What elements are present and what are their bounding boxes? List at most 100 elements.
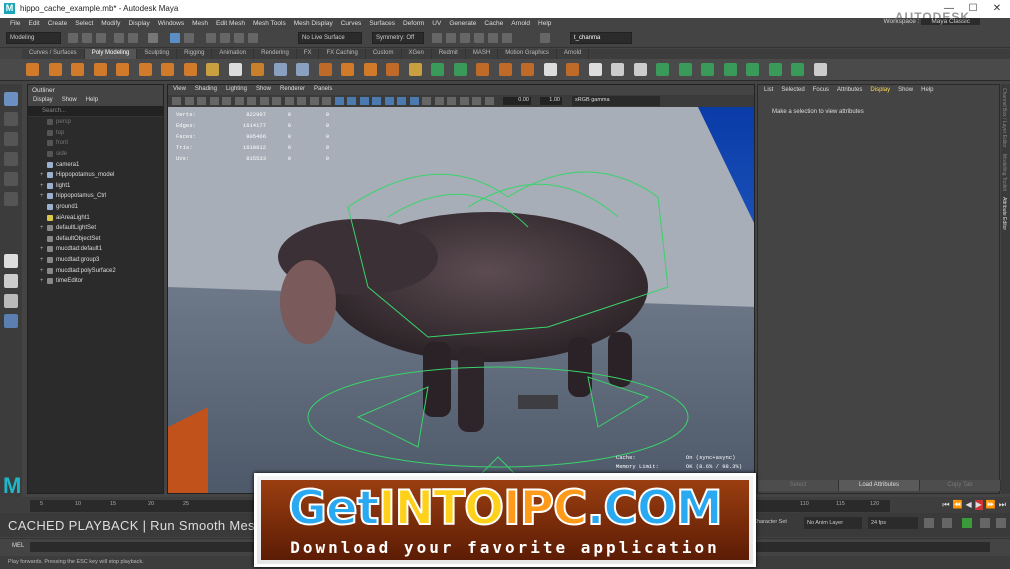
outliner-item[interactable]: top bbox=[28, 128, 163, 139]
shelf-tool-12-icon[interactable] bbox=[273, 63, 287, 76]
shelf-tab-sculpting[interactable]: Sculpting bbox=[137, 49, 178, 59]
attr-menu-display[interactable]: Display bbox=[870, 87, 890, 94]
go-start-icon[interactable]: ⏮ bbox=[942, 500, 949, 510]
shelf-tool-11-icon[interactable] bbox=[251, 63, 264, 76]
expand-toggle-icon[interactable]: + bbox=[40, 183, 47, 189]
prefs-icon[interactable] bbox=[980, 518, 990, 528]
shelf-tool-36-icon[interactable] bbox=[813, 63, 827, 76]
step-forward-icon[interactable]: ⏩ bbox=[986, 500, 996, 510]
attr-menu-show[interactable]: Show bbox=[898, 87, 913, 94]
outliner-menu-show[interactable]: Show bbox=[62, 97, 77, 105]
shelf-tool-35-icon[interactable] bbox=[791, 63, 804, 76]
viewport-tool-1-icon[interactable] bbox=[172, 97, 181, 105]
outliner-item[interactable]: aiAreaLight1 bbox=[28, 212, 163, 223]
save-scene-icon[interactable] bbox=[96, 33, 106, 43]
viewport-tool-20-icon[interactable] bbox=[409, 97, 419, 105]
menu-windows[interactable]: Windows bbox=[158, 20, 184, 27]
viewport-tool-16-icon[interactable] bbox=[359, 97, 369, 105]
attr-copy-tab-button[interactable]: Copy Tab bbox=[920, 480, 1001, 491]
snap-point-icon[interactable] bbox=[234, 33, 244, 43]
outliner-item[interactable]: ground1 bbox=[28, 202, 163, 213]
shelf-tool-7-icon[interactable] bbox=[161, 63, 174, 76]
play-forward-icon[interactable]: ▶ bbox=[974, 500, 983, 510]
redo-icon[interactable] bbox=[128, 33, 138, 43]
outliner-menu-display[interactable]: Display bbox=[33, 97, 53, 105]
new-scene-icon[interactable] bbox=[68, 33, 78, 43]
shelf-tool-28-icon[interactable] bbox=[633, 63, 647, 76]
shelf-tab-animation[interactable]: Animation bbox=[212, 49, 255, 59]
gamma-field[interactable]: 1.00 bbox=[540, 97, 562, 105]
render-icon[interactable] bbox=[432, 33, 442, 43]
snap-curve-icon[interactable] bbox=[220, 33, 230, 43]
audio-icon[interactable] bbox=[962, 518, 972, 528]
viewport-menu-view[interactable]: View bbox=[173, 86, 186, 94]
expand-toggle-icon[interactable]: + bbox=[40, 278, 47, 284]
paint-select-icon[interactable] bbox=[4, 132, 18, 146]
shelf-tool-27-icon[interactable] bbox=[611, 63, 624, 76]
menu-mesh-tools[interactable]: Mesh Tools bbox=[253, 20, 286, 27]
viewport-menu-show[interactable]: Show bbox=[256, 86, 271, 94]
viewport-tool-25-icon[interactable] bbox=[472, 97, 481, 105]
shelf-tool-5-icon[interactable] bbox=[116, 63, 129, 76]
symmetry-dropdown[interactable]: Symmetry: Off bbox=[372, 32, 424, 44]
viewport-tool-10-icon[interactable] bbox=[284, 97, 294, 105]
shelf-tab-xgen[interactable]: XGen bbox=[402, 49, 432, 59]
live-surface-field[interactable]: No Live Surface bbox=[298, 32, 362, 44]
attr-menu-focus[interactable]: Focus bbox=[813, 87, 829, 94]
viewport-menu-lighting[interactable]: Lighting bbox=[226, 86, 247, 94]
expand-toggle-icon[interactable]: + bbox=[40, 257, 47, 263]
shelf-tool-30-icon[interactable] bbox=[678, 63, 692, 76]
tab-channel-box[interactable]: Channel Box / Layer Editor bbox=[1001, 88, 1007, 148]
outliner-item[interactable]: persp bbox=[28, 117, 163, 128]
tab-modelling-toolkit[interactable]: Modelling Toolkit bbox=[1001, 154, 1007, 191]
shelf-tab-motion-graphics[interactable]: Motion Graphics bbox=[498, 49, 557, 59]
outliner-item[interactable]: + hippopotamus_Ctrl bbox=[28, 191, 163, 202]
shelf-tool-26-icon[interactable] bbox=[588, 63, 602, 76]
menu-deform[interactable]: Deform bbox=[403, 20, 424, 27]
shelf-tool-6-icon[interactable] bbox=[138, 63, 152, 76]
shelf-tool-20-icon[interactable] bbox=[453, 63, 467, 76]
outliner-item[interactable]: + mucdtad:group3 bbox=[28, 255, 163, 266]
outliner-item[interactable]: defaultObjectSet bbox=[28, 234, 163, 245]
go-end-icon[interactable]: ⏭ bbox=[999, 500, 1006, 510]
shelf-tool-23-icon[interactable] bbox=[521, 63, 534, 76]
outliner-item[interactable]: side bbox=[28, 149, 163, 160]
outliner-item[interactable]: + defaultLightSet bbox=[28, 223, 163, 234]
shelf-tool-34-icon[interactable] bbox=[768, 63, 782, 76]
viewport-tool-12-icon[interactable] bbox=[309, 97, 319, 105]
viewport-tool-17-icon[interactable] bbox=[372, 97, 381, 105]
workspace-value[interactable]: Maya Classic bbox=[921, 18, 980, 25]
outliner-menu-help[interactable]: Help bbox=[86, 97, 98, 105]
select-component-icon[interactable] bbox=[184, 33, 194, 43]
shelf-tool-24-icon[interactable] bbox=[543, 63, 557, 76]
shelf-tool-25-icon[interactable] bbox=[566, 63, 579, 76]
scale-tool-icon[interactable] bbox=[4, 192, 18, 206]
outliner-item[interactable]: + mucdtad:default1 bbox=[28, 244, 163, 255]
outliner-item[interactable]: + timeEditor bbox=[28, 276, 163, 287]
menu-file[interactable]: File bbox=[10, 20, 20, 27]
shelf-tool-32-icon[interactable] bbox=[723, 63, 737, 76]
attr-menu-attributes[interactable]: Attributes bbox=[837, 87, 862, 94]
viewport-tool-9-icon[interactable] bbox=[272, 97, 281, 105]
menu-arnold[interactable]: Arnold bbox=[511, 20, 530, 27]
select-object-icon[interactable] bbox=[170, 33, 180, 43]
menu-mesh[interactable]: Mesh bbox=[192, 20, 208, 27]
move-tool-icon[interactable] bbox=[4, 152, 18, 166]
viewport-menu-panels[interactable]: Panels bbox=[314, 86, 332, 94]
viewport-panel[interactable]: View Shading Lighting Show Renderer Panels 0.… bbox=[167, 84, 755, 494]
menu-surfaces[interactable]: Surfaces bbox=[369, 20, 395, 27]
viewport-tool-4-icon[interactable] bbox=[209, 97, 219, 105]
loop-icon[interactable] bbox=[924, 518, 934, 528]
viewport-tool-6-icon[interactable] bbox=[234, 97, 244, 105]
outliner-item[interactable]: front bbox=[28, 138, 163, 149]
shelf-tool-4-icon[interactable] bbox=[93, 63, 107, 76]
outliner-search-input[interactable]: Search... bbox=[28, 106, 163, 117]
tab-attribute-editor[interactable]: Attribute Editor bbox=[1001, 197, 1007, 230]
shelf-tool-10-icon[interactable] bbox=[228, 63, 242, 76]
undo-icon[interactable] bbox=[114, 33, 124, 43]
viewport-tool-24-icon[interactable] bbox=[459, 97, 469, 105]
shelf-tool-17-icon[interactable] bbox=[386, 63, 399, 76]
shelf-tool-31-icon[interactable] bbox=[701, 63, 714, 76]
menu-display[interactable]: Display bbox=[128, 20, 149, 27]
outliner-item[interactable]: + mucdtad:polySurface2 bbox=[28, 265, 163, 276]
